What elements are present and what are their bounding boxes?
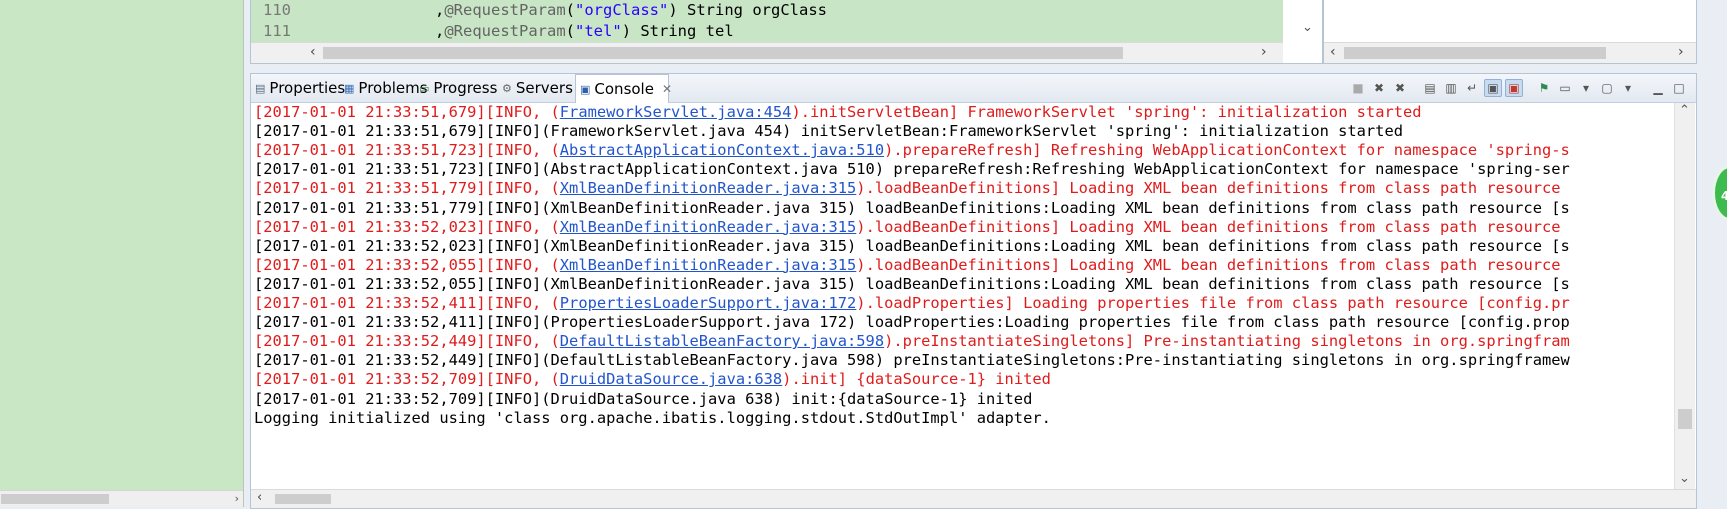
console-vertical-scrollbar[interactable]: ⌃ ⌄ bbox=[1674, 103, 1695, 489]
maximize-icon[interactable]: □ bbox=[1670, 79, 1688, 97]
tab-label: Progress bbox=[433, 79, 498, 97]
display-selected-console-icon[interactable]: ▭ bbox=[1556, 79, 1574, 97]
code-line: 111 ,@RequestParam("tel") String tel bbox=[251, 21, 1283, 42]
dropdown-icon[interactable]: ▾ bbox=[1619, 79, 1637, 97]
console-view: ▤ Properties ▦ Problems ▭ Progress ⚙ Servers ▣ Co… bbox=[250, 73, 1697, 509]
clear-console-icon[interactable]: ▤ bbox=[1421, 79, 1439, 97]
scroll-lock-icon[interactable]: ▥ bbox=[1442, 79, 1460, 97]
scroll-thumb[interactable] bbox=[1678, 409, 1692, 429]
console-line: [2017-01-01 21:33:51,723][INFO](Abstract… bbox=[254, 160, 1570, 179]
scroll-thumb[interactable] bbox=[275, 494, 331, 504]
tab-console[interactable]: ▣ Console ✕ bbox=[575, 74, 672, 103]
left-horizontal-scrollbar[interactable]: › bbox=[0, 490, 243, 507]
scroll-right-icon[interactable]: › bbox=[1261, 44, 1267, 60]
tab-servers[interactable]: ⚙ Servers bbox=[498, 74, 573, 102]
tab-problems[interactable]: ▦ Problems bbox=[340, 74, 428, 102]
console-line: [2017-01-01 21:33:51,779][INFO, (XmlBean… bbox=[254, 179, 1561, 198]
servers-icon: ⚙ bbox=[502, 81, 512, 95]
scroll-left-icon[interactable]: ‹ bbox=[1330, 44, 1336, 60]
source-link[interactable]: XmlBeanDefinitionReader.java:315 bbox=[560, 218, 857, 236]
scroll-down-icon[interactable]: ⌄ bbox=[1302, 20, 1313, 35]
console-output[interactable]: [2017-01-01 21:33:51,679][INFO, (Framewo… bbox=[251, 103, 1674, 489]
console-line: [2017-01-01 21:33:52,023][INFO](XmlBeanD… bbox=[254, 236, 1570, 255]
tab-label: Servers bbox=[515, 79, 573, 97]
scroll-thumb[interactable] bbox=[1344, 47, 1606, 59]
outline-pane: ‹ › bbox=[1323, 0, 1697, 64]
side-badge[interactable]: 45 bbox=[1712, 165, 1727, 221]
console-line: [2017-01-01 21:33:52,411][INFO, (Propert… bbox=[254, 294, 1570, 312]
console-horizontal-scrollbar[interactable]: ‹ bbox=[251, 489, 1696, 508]
minimize-icon[interactable]: ▁ bbox=[1649, 79, 1667, 97]
console-line: [2017-01-01 21:33:52,449][INFO, (Default… bbox=[254, 332, 1570, 351]
console-line: [2017-01-01 21:33:52,055][INFO, (XmlBean… bbox=[254, 255, 1561, 274]
editor-horizontal-scrollbar[interactable]: ‹ › bbox=[251, 42, 1283, 63]
scroll-thumb[interactable] bbox=[1, 494, 109, 504]
remove-all-terminated-icon[interactable]: ✖ bbox=[1391, 79, 1409, 97]
word-wrap-icon[interactable]: ↵ bbox=[1463, 79, 1481, 97]
scroll-up-icon[interactable]: ⌃ bbox=[1679, 103, 1690, 118]
code-editor[interactable]: 110 ,@RequestParam("orgClass") String org… bbox=[250, 0, 1323, 64]
properties-icon: ▤ bbox=[255, 81, 266, 95]
console-icon: ▣ bbox=[580, 82, 591, 96]
problems-icon: ▦ bbox=[344, 81, 355, 95]
source-link[interactable]: DruidDataSource.java:638 bbox=[560, 370, 782, 388]
code-lines: 110 ,@RequestParam("orgClass") String org… bbox=[251, 0, 1283, 42]
show-on-output-icon[interactable]: ▣ bbox=[1484, 79, 1502, 97]
scroll-right-icon[interactable]: › bbox=[235, 491, 239, 507]
console-line: [2017-01-01 21:33:51,779][INFO](XmlBeanD… bbox=[254, 198, 1570, 217]
annotation: @RequestParam bbox=[444, 22, 566, 40]
tab-label: Properties bbox=[269, 79, 346, 97]
remove-launch-icon[interactable]: ✖ bbox=[1370, 79, 1388, 97]
line-number: 110 bbox=[263, 1, 291, 19]
string-literal: "tel" bbox=[575, 22, 622, 40]
console-line: [2017-01-01 21:33:52,023][INFO, (XmlBean… bbox=[254, 217, 1561, 236]
annotation: @RequestParam bbox=[444, 1, 566, 19]
scroll-thumb[interactable] bbox=[323, 47, 1123, 59]
console-line: [2017-01-01 21:33:52,709][INFO](DruidDat… bbox=[254, 389, 1033, 408]
code-text: ,@RequestParam("tel") String tel bbox=[435, 22, 734, 40]
show-on-error-icon[interactable]: ▣ bbox=[1505, 79, 1523, 97]
scroll-left-icon[interactable]: ‹ bbox=[310, 44, 316, 60]
left-editor-pane bbox=[0, 0, 244, 507]
progress-icon: ▭ bbox=[419, 81, 430, 95]
console-line: [2017-01-01 21:33:51,679][INFO, (Framewo… bbox=[254, 103, 1422, 121]
scroll-left-icon[interactable]: ‹ bbox=[257, 490, 262, 505]
source-link[interactable]: FrameworkServlet.java:454 bbox=[560, 103, 792, 121]
source-link[interactable]: DefaultListableBeanFactory.java:598 bbox=[560, 332, 884, 350]
tab-progress[interactable]: ▭ Progress bbox=[415, 74, 498, 102]
console-line: [2017-01-01 21:33:51,723][INFO, (Abstrac… bbox=[254, 141, 1570, 160]
console-line: [2017-01-01 21:33:52,709][INFO, (DruidDa… bbox=[254, 370, 1051, 389]
close-tab-icon[interactable]: ✕ bbox=[662, 75, 672, 103]
code-line: 110 ,@RequestParam("orgClass") String org… bbox=[251, 0, 1283, 21]
outline-horizontal-scrollbar[interactable]: ‹ › bbox=[1324, 42, 1696, 63]
pin-console-icon[interactable]: ⚑ bbox=[1535, 79, 1553, 97]
string-literal: "orgClass" bbox=[575, 1, 669, 19]
editor-vertical-scrollbar[interactable]: ⌄ bbox=[1283, 0, 1321, 42]
source-link[interactable]: PropertiesLoaderSupport.java:172 bbox=[560, 294, 857, 312]
console-line: [2017-01-01 21:33:52,449][INFO](DefaultL… bbox=[254, 351, 1570, 370]
console-line: Logging initialized using 'class org.apa… bbox=[254, 408, 1051, 427]
source-link[interactable]: XmlBeanDefinitionReader.java:315 bbox=[560, 179, 857, 197]
tab-properties[interactable]: ▤ Properties bbox=[251, 74, 345, 102]
open-console-icon[interactable]: ▢ bbox=[1598, 79, 1616, 97]
console-line: [2017-01-01 21:33:52,055][INFO](XmlBeanD… bbox=[254, 274, 1570, 293]
code-text: ,@RequestParam("orgClass") String orgCla… bbox=[435, 1, 827, 19]
console-line: [2017-01-01 21:33:52,411][INFO](Properti… bbox=[254, 313, 1570, 332]
source-link[interactable]: AbstractApplicationContext.java:510 bbox=[560, 141, 884, 159]
scroll-down-icon[interactable]: ⌄ bbox=[1679, 471, 1690, 486]
dropdown-icon[interactable]: ▾ bbox=[1577, 79, 1595, 97]
console-line: [2017-01-01 21:33:51,679][INFO](Framewor… bbox=[254, 122, 1403, 141]
console-toolbar: ■ ✖ ✖ ▤ ▥ ↵ ▣ ▣ ⚑ ▭ ▾ ▢ ▾ ▁ □ bbox=[1349, 78, 1688, 98]
line-number: 111 bbox=[263, 22, 291, 40]
source-link[interactable]: XmlBeanDefinitionReader.java:315 bbox=[560, 256, 857, 274]
tab-label: Console bbox=[594, 80, 654, 98]
scroll-right-icon[interactable]: › bbox=[1678, 44, 1684, 60]
terminate-icon[interactable]: ■ bbox=[1349, 79, 1367, 97]
